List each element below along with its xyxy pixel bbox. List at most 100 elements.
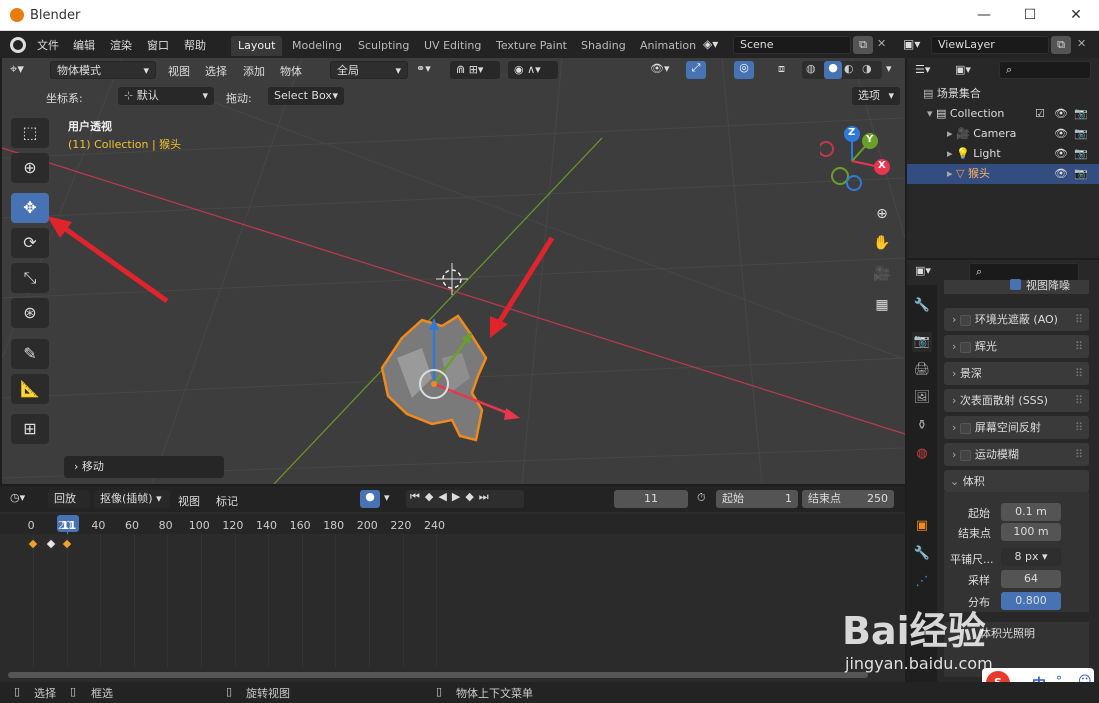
denoise-row[interactable]: 视图降噪 — [944, 279, 1089, 294]
render-panel-header[interactable]: › 运动模糊 ⠿ — [944, 443, 1089, 466]
overlay-toggle-icon[interactable]: ◎ — [734, 61, 754, 79]
material-shading-icon[interactable]: ◐ — [844, 62, 854, 75]
properties-editor-type-icon[interactable]: ▣▾ — [915, 264, 931, 277]
cursor-tool[interactable]: ⊕ — [11, 153, 49, 183]
new-view-layer-icon[interactable]: ⧉ — [1051, 36, 1071, 54]
transform-orientation-dropdown[interactable]: 全局 ▾ — [330, 61, 408, 79]
vp-menu-add[interactable]: 添加 — [243, 63, 265, 79]
render-panel-header[interactable]: › 屏幕空间反射 ⠿ — [944, 416, 1089, 439]
playback-menu[interactable]: 回放 ▾ — [48, 490, 90, 523]
jump-start-icon[interactable]: ⏮ — [410, 490, 425, 503]
xray-icon[interactable]: ⧈ — [778, 62, 785, 76]
keying-options-icon[interactable]: ▾ — [384, 491, 390, 504]
tool-tab-icon[interactable]: 🔧 — [912, 296, 932, 316]
tab-shading[interactable]: Shading — [574, 36, 633, 56]
solid-shading-icon[interactable]: ● — [824, 61, 842, 79]
drag-handle-icon[interactable]: ⠿ — [1075, 362, 1083, 385]
drag-handle-icon[interactable]: ⠿ — [1075, 443, 1083, 466]
modifier-tab-icon[interactable]: 🔧 — [912, 544, 932, 564]
outliner[interactable]: ☰▾ ▣▾ ⌕ ▤ 场景集合 ▾ ▤ Collection ☑ 👁 📷 ▸ 🎥 … — [907, 58, 1099, 258]
volume-start-field[interactable]: 0.1 m — [1001, 503, 1061, 521]
zoom-icon[interactable]: ⊕ — [869, 201, 895, 227]
collection-row[interactable]: ▾ ▤ Collection ☑ 👁 📷 — [907, 104, 1099, 124]
collection-render-icon[interactable]: 📷 — [1074, 104, 1088, 124]
display-mode-icon[interactable]: ▣▾ — [955, 63, 971, 76]
visibility-icon[interactable]: 👁▾ — [650, 62, 670, 75]
world-tab-icon[interactable]: ◍ — [912, 444, 932, 464]
move-tool[interactable]: ✥ — [11, 193, 49, 223]
render-panel-header[interactable]: › 环境光遮蔽 (AO) ⠿ — [944, 308, 1089, 331]
stopwatch-icon[interactable]: ⏱ — [697, 491, 706, 505]
current-frame-field[interactable]: 11 — [614, 490, 688, 508]
light-eye-icon[interactable]: 👁 — [1054, 144, 1068, 164]
start-frame-field[interactable]: 起始 1 — [716, 490, 798, 508]
render-tab-icon[interactable]: 📷 — [912, 332, 932, 352]
distribution-field[interactable]: 0.800 — [1001, 592, 1061, 610]
collection-eye-icon[interactable]: 👁 — [1054, 104, 1068, 124]
tab-uv-editing[interactable]: UV Editing — [417, 36, 488, 56]
vp-menu-view[interactable]: 视图 — [168, 63, 190, 79]
blender-menu-icon[interactable] — [10, 37, 26, 53]
tile-size-dropdown[interactable]: 8 px ▾ — [1001, 548, 1061, 566]
outliner-editor-type-icon[interactable]: ☰▾ — [915, 63, 930, 76]
delete-view-layer-icon[interactable]: ✕ — [1077, 37, 1086, 50]
coord-dropdown[interactable]: ⊹ 默认 ▾ — [118, 87, 214, 105]
panel-enable-checkbox[interactable] — [959, 314, 971, 326]
volume-end-field[interactable]: 100 m — [1001, 523, 1061, 541]
drag-handle-icon[interactable]: ⠿ — [1075, 308, 1083, 331]
proportional-edit-icon[interactable]: ◉ ∧▾ — [508, 61, 558, 79]
mode-dropdown[interactable]: 物体模式 ▾ — [50, 61, 156, 79]
outliner-item-camera[interactable]: ▸ 🎥 Camera 👁 📷 — [907, 124, 1099, 144]
volume-panel-header[interactable]: ⌄ 体积 — [944, 470, 1089, 492]
vp-menu-object[interactable]: 物体 — [280, 63, 302, 79]
particles-tab-icon[interactable]: ⋰ — [912, 572, 932, 592]
camera-eye-icon[interactable]: 👁 — [1054, 124, 1068, 144]
end-frame-field[interactable]: 结束点 250 — [802, 490, 894, 508]
keyframe-marker[interactable] — [60, 538, 73, 550]
render-panel-header[interactable]: › 景深 ⠿ — [944, 362, 1089, 385]
options-dropdown[interactable]: 选项 ▾ — [852, 87, 900, 105]
vp-menu-select[interactable]: 选择 — [205, 63, 227, 79]
monkey-render-icon[interactable]: 📷 — [1074, 164, 1088, 184]
menu-help[interactable]: 帮助 — [184, 37, 206, 53]
light-render-icon[interactable]: 📷 — [1074, 144, 1088, 164]
keying-menu[interactable]: 抠像(插帧) ▾ — [94, 490, 170, 508]
timeline-view-menu[interactable]: 视图 — [178, 493, 200, 509]
scene-field[interactable]: Scene — [733, 36, 851, 54]
shading-options-icon[interactable]: ▾ — [886, 62, 892, 75]
rotate-tool[interactable]: ⟳ — [11, 228, 49, 258]
timeline-marker-menu[interactable]: 标记 — [216, 493, 238, 509]
drag-handle-icon[interactable]: ⠿ — [1075, 335, 1083, 358]
minimize-button[interactable]: — — [961, 0, 1007, 31]
timeline-editor[interactable]: ◷▾ 回放 ▾ 抠像(插帧) ▾ 视图 标记 ● ▾ ⏮◆◀▶◆⏭ 11 ⏱ 起… — [0, 486, 905, 682]
scale-tool[interactable]: ⤡ — [11, 263, 49, 293]
snap-icon[interactable]: ⋒ ⊞▾ — [450, 61, 500, 79]
output-tab-icon[interactable]: 🖨 — [912, 360, 932, 380]
menu-file[interactable]: 文件 — [37, 37, 59, 53]
render-panel-header[interactable]: › 辉光 ⠿ — [944, 335, 1089, 358]
tab-animation[interactable]: Animation — [633, 36, 703, 56]
measure-tool[interactable]: 📐 — [11, 374, 49, 404]
transform-tool[interactable]: ⊛ — [11, 298, 49, 328]
wireframe-shading-icon[interactable]: ◍ — [806, 62, 816, 75]
menu-edit[interactable]: 编辑 — [73, 37, 95, 53]
auto-keying-icon[interactable]: ● — [360, 490, 380, 508]
play-icon[interactable]: ▶ — [452, 490, 465, 503]
pan-hand-icon[interactable]: ✋ — [869, 230, 895, 256]
drag-handle-icon[interactable]: ⠿ — [1075, 389, 1083, 412]
select-box-tool[interactable]: ⬚ — [11, 118, 49, 148]
monkey-eye-icon[interactable]: 👁 — [1054, 164, 1068, 184]
object-tab-icon[interactable]: ▣ — [912, 516, 932, 536]
maximize-button[interactable]: ☐ — [1007, 0, 1053, 31]
camera-render-icon[interactable]: 📷 — [1074, 124, 1088, 144]
outliner-search-field[interactable]: ⌕ — [999, 61, 1091, 79]
drag-dropdown[interactable]: Select Box ▾ — [268, 87, 344, 105]
navigation-gizmo[interactable]: Z Y X — [818, 124, 894, 194]
menu-render[interactable]: 渲染 — [110, 37, 132, 53]
pivot-icon[interactable]: ⚭▾ — [416, 62, 431, 75]
panel-enable-checkbox[interactable] — [959, 422, 971, 434]
scene-tab-icon[interactable]: ⚱ — [912, 416, 932, 436]
rendered-shading-icon[interactable]: ◑ — [862, 62, 872, 75]
timeline-editor-type-icon[interactable]: ◷▾ — [10, 491, 25, 504]
keyframe-marker[interactable] — [27, 538, 39, 550]
